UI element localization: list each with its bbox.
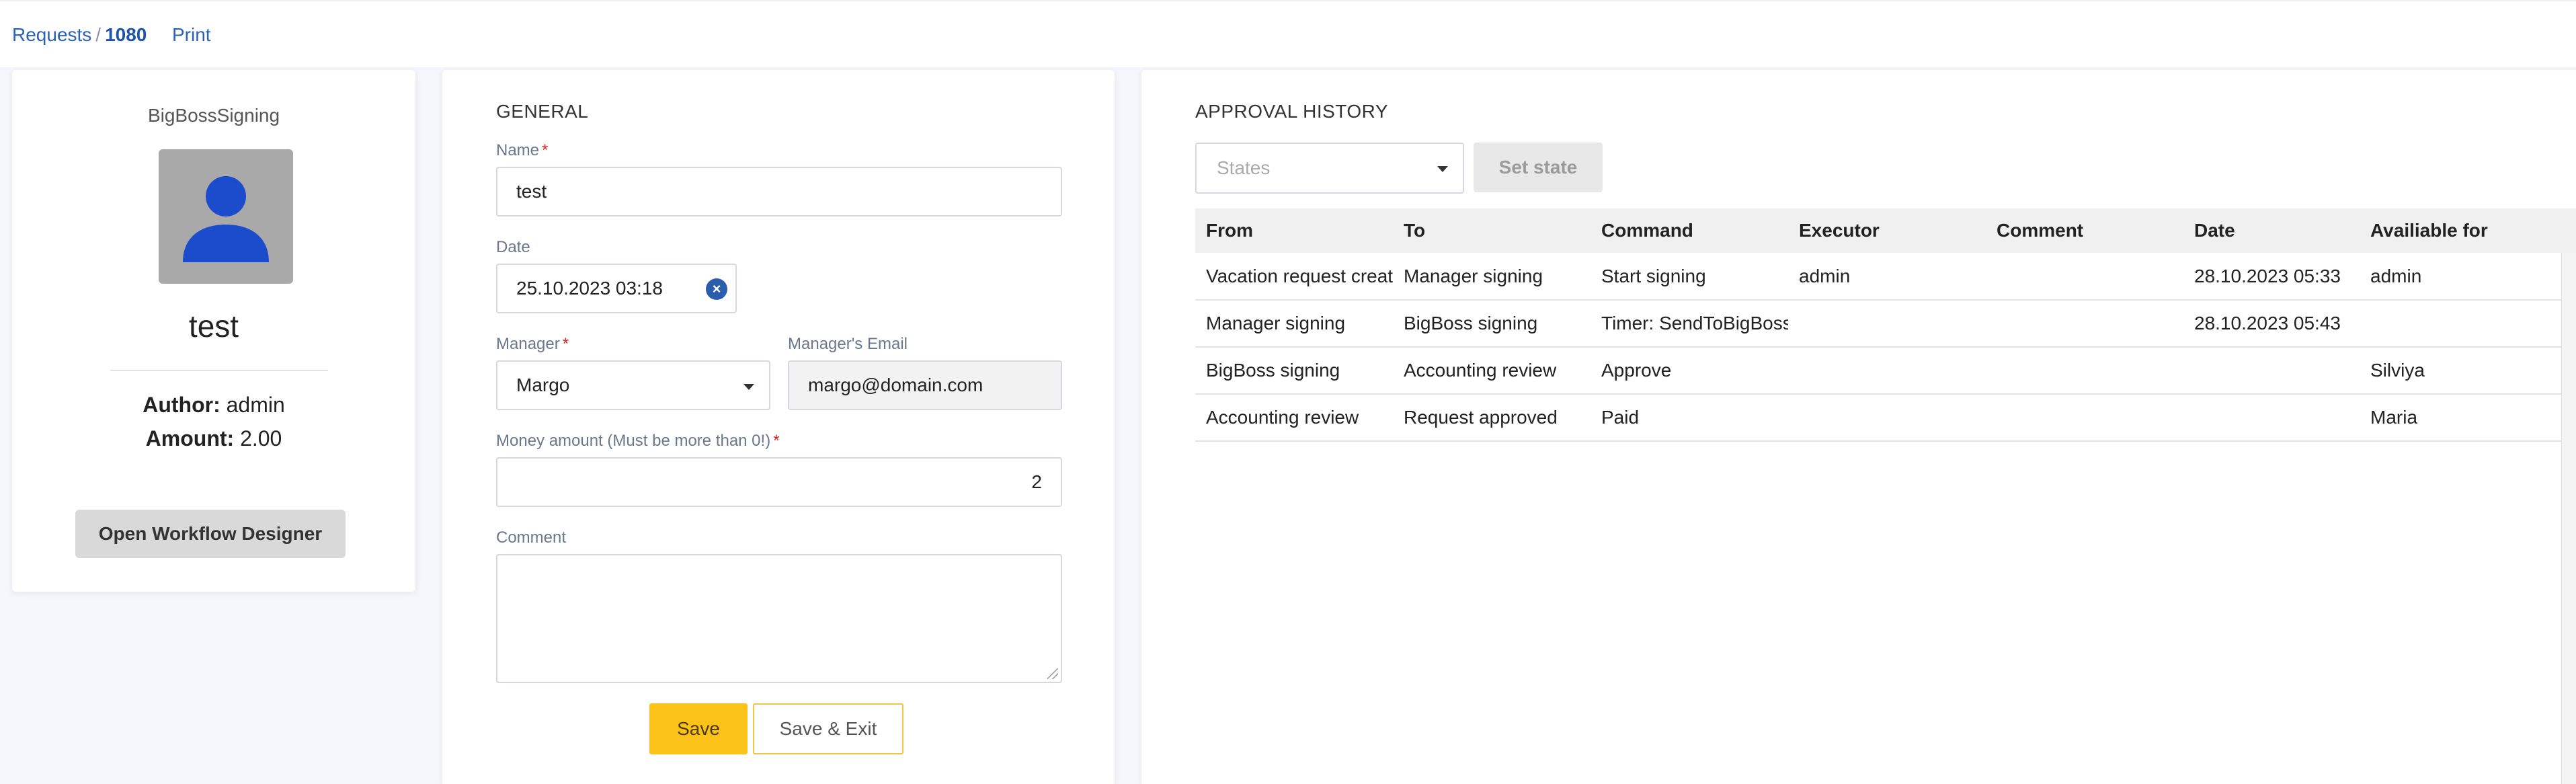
manager-label: Manager * (496, 335, 569, 354)
breadcrumb-requests-link[interactable]: Requests (12, 24, 91, 45)
cell-date: 28.10.2023 05:33 (2183, 253, 2360, 301)
general-form-card: GENERAL Name * test Date 25.10.2023 03:18… (442, 70, 1115, 784)
top-bar: Requests/1080 Print (0, 0, 2576, 67)
cell-date: 28.10.2023 05:43 (2183, 300, 2360, 348)
manager-label-text: Manager (496, 335, 560, 353)
column-header-to: To (1393, 208, 1591, 253)
section-title-general: GENERAL (496, 101, 589, 122)
chevron-down-icon (1437, 166, 1448, 172)
name-field-value: test (516, 181, 547, 202)
name-field[interactable]: test (496, 167, 1062, 217)
money-amount-label: Money amount (Must be more than 0!) * (496, 432, 780, 450)
column-header-command: Command (1591, 208, 1788, 253)
cell-available-for: Silviya (2360, 347, 2576, 395)
cell-from: BigBoss signing (1195, 347, 1393, 395)
cell-from: Vacation request created (1195, 253, 1393, 301)
column-header-comment: Comment (1986, 208, 2183, 253)
date-field[interactable]: 25.10.2023 03:18 × (496, 264, 737, 313)
approval-history-card: APPROVAL HISTORY States Set state From T… (1141, 70, 2576, 784)
cell-command: Paid (1591, 394, 1788, 442)
column-header-date: Date (2183, 208, 2360, 253)
money-amount-field[interactable]: 2 (496, 457, 1062, 507)
required-mark: * (542, 141, 549, 159)
amount-label: Amount: (145, 426, 235, 450)
author-label: Author: (143, 393, 220, 417)
money-amount-value: 2 (1031, 471, 1042, 492)
set-state-button[interactable]: Set state (1474, 143, 1603, 192)
manager-select[interactable]: Margo (496, 360, 770, 410)
save-exit-button[interactable]: Save & Exit (753, 703, 903, 754)
cell-comment (1986, 253, 2183, 301)
table-row: BigBoss signing Accounting review Approv… (1195, 347, 2576, 395)
author-value: admin (226, 393, 285, 417)
cell-command: Timer: SendToBigBoss (1591, 300, 1788, 348)
cell-from: Accounting review (1195, 394, 1393, 442)
comment-textarea[interactable] (496, 554, 1062, 683)
states-placeholder: States (1217, 157, 1271, 178)
amount-value: 2.00 (240, 426, 282, 450)
print-link[interactable]: Print (172, 24, 211, 46)
column-header-from: From (1195, 208, 1393, 253)
name-label-text: Name (496, 141, 540, 159)
date-field-value: 25.10.2023 03:18 (516, 278, 663, 299)
section-title-approval-history: APPROVAL HISTORY (1195, 101, 1389, 122)
cell-executor (1788, 347, 1986, 395)
states-select[interactable]: States (1195, 143, 1464, 194)
approval-history-table: From To Command Executor Comment Date Av… (1195, 208, 2576, 442)
avatar (159, 149, 293, 284)
user-icon (183, 176, 269, 262)
cell-available-for: Maria (2360, 394, 2576, 442)
cell-executor (1788, 300, 1986, 348)
cell-date (2183, 347, 2360, 395)
breadcrumb-separator: / (95, 24, 102, 45)
cell-to: Request approved (1393, 394, 1591, 442)
clear-date-icon[interactable]: × (706, 278, 727, 300)
comment-label: Comment (496, 528, 567, 547)
amount-line: Amount: 2.00 (12, 426, 415, 451)
breadcrumb-request-id: 1080 (105, 24, 147, 45)
cell-to: BigBoss signing (1393, 300, 1591, 348)
manager-email-label: Manager's Email (788, 335, 908, 353)
cell-date (2183, 394, 2360, 442)
cell-comment (1986, 347, 2183, 395)
manager-email-value: margo@domain.com (808, 375, 983, 395)
request-summary-card: BigBossSigning test Author: admin Amount… (12, 70, 415, 592)
save-button[interactable]: Save (649, 703, 748, 754)
breadcrumb: Requests/1080 (12, 24, 147, 46)
request-title: test (188, 309, 239, 344)
divider (110, 370, 328, 371)
workflow-name: BigBossSigning (147, 105, 280, 126)
manager-select-value: Margo (516, 375, 570, 395)
cell-to: Accounting review (1393, 347, 1591, 395)
resize-handle-icon[interactable] (1047, 668, 1058, 679)
cell-available-for (2360, 300, 2576, 348)
cell-to: Manager signing (1393, 253, 1591, 301)
name-label: Name * (496, 141, 548, 160)
cell-comment (1986, 300, 2183, 348)
cell-from: Manager signing (1195, 300, 1393, 348)
required-mark: * (773, 432, 780, 450)
cell-command: Approve (1591, 347, 1788, 395)
table-scrollbar[interactable] (2561, 253, 2576, 784)
required-mark: * (562, 335, 569, 353)
table-row: Vacation request created Manager signing… (1195, 253, 2576, 301)
cell-comment (1986, 394, 2183, 442)
cell-executor (1788, 394, 1986, 442)
column-header-available-for: Availiable for (2360, 208, 2576, 253)
cell-available-for: admin (2360, 253, 2576, 301)
table-row: Manager signing BigBoss signing Timer: S… (1195, 300, 2576, 348)
column-header-executor: Executor (1788, 208, 1986, 253)
author-line: Author: admin (12, 393, 415, 418)
table-row: Accounting review Request approved Paid … (1195, 394, 2576, 442)
cell-executor: admin (1788, 253, 1986, 301)
manager-email-field: margo@domain.com (788, 360, 1062, 410)
cell-command: Start signing (1591, 253, 1788, 301)
open-workflow-designer-button[interactable]: Open Workflow Designer (75, 510, 346, 558)
table-header-row: From To Command Executor Comment Date Av… (1195, 208, 2576, 253)
date-label: Date (496, 238, 530, 256)
chevron-down-icon (743, 384, 754, 390)
money-amount-label-text: Money amount (Must be more than 0!) (496, 432, 771, 450)
